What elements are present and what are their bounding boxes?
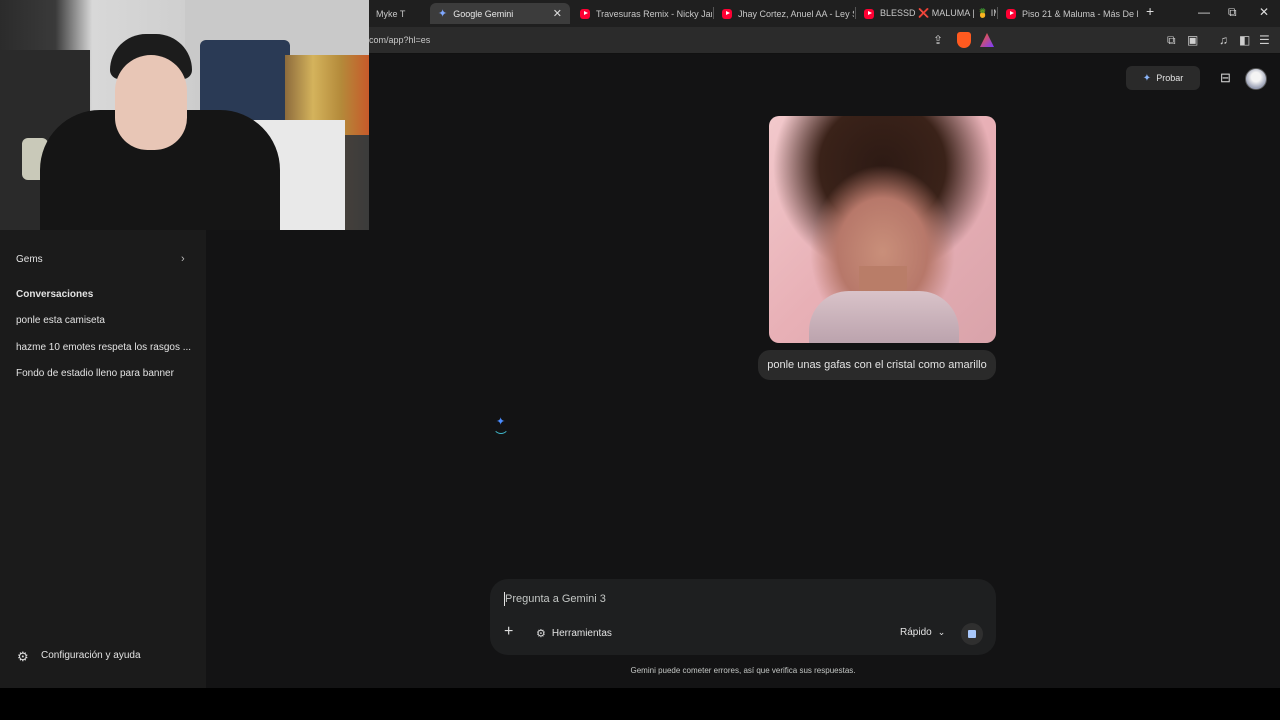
uploaded-image[interactable]	[769, 116, 996, 343]
close-window-icon[interactable]: ✕	[1259, 5, 1269, 19]
temporary-chat-icon[interactable]: ⊟	[1220, 70, 1231, 86]
chevron-right-icon[interactable]: ›	[181, 253, 185, 265]
prompt-input[interactable]	[505, 591, 885, 607]
extensions-icon[interactable]: ⧉	[1167, 33, 1176, 48]
try-button-label: Probar	[1156, 73, 1184, 83]
tab-label: Travesuras Remix - Nicky Jam F	[596, 8, 712, 19]
model-mode-selector[interactable]: Rápido ⌄	[900, 627, 945, 638]
webcam-overlay	[0, 0, 369, 230]
conversation-item[interactable]: ponle esta camiseta	[16, 315, 105, 326]
minimize-icon[interactable]: —	[1198, 5, 1210, 19]
gemini-loading-spinner: ✦	[491, 415, 513, 434]
youtube-icon	[1006, 8, 1016, 19]
sliders-icon: ⚙	[536, 628, 546, 640]
tools-label: Herramientas	[551, 628, 612, 639]
sidebar-panel-icon[interactable]: ▣	[1187, 33, 1198, 47]
new-tab-button[interactable]: +	[1146, 3, 1154, 19]
tools-button[interactable]: ⚙ Herramientas	[536, 627, 612, 640]
try-button[interactable]: ✦ Probar	[1126, 66, 1200, 90]
reading-list-icon[interactable]: ◧	[1239, 33, 1250, 47]
brave-rewards-icon[interactable]	[980, 33, 994, 47]
media-icon[interactable]: ♫	[1219, 33, 1228, 47]
sidebar-item-gems[interactable]: Gems	[16, 254, 43, 265]
tab-blessd-maluma[interactable]: BLESSD ❌ MALUMA | 🍍 IMP	[856, 3, 996, 24]
url-text[interactable]: com/app?hl=es	[369, 35, 430, 45]
menu-icon[interactable]: ☰	[1259, 33, 1270, 47]
tab-google-gemini[interactable]: ✦ Google Gemini ✕	[430, 3, 570, 24]
tab-piso21[interactable]: Piso 21 & Maluma - Más De La	[998, 3, 1138, 24]
user-message-text: ponle unas gafas con el cristal como ama…	[767, 359, 987, 371]
chevron-down-icon: ⌄	[937, 627, 946, 637]
youtube-icon	[580, 8, 590, 19]
close-tab-icon[interactable]: ✕	[547, 7, 562, 20]
gemini-sparkle-icon: ✦	[438, 8, 448, 20]
brave-shields-icon[interactable]	[957, 32, 971, 48]
tab-label: Jhay Cortez, Anuel AA - Ley Se	[738, 8, 854, 19]
mode-label: Rápido	[900, 627, 932, 638]
add-icon[interactable]: +	[504, 623, 513, 641]
tab-label: Google Gemini	[453, 8, 514, 19]
youtube-icon	[864, 8, 874, 19]
sparkle-icon: ✦	[1142, 72, 1152, 84]
settings-help-link[interactable]: Configuración y ayuda	[41, 650, 141, 661]
bottom-black-strip	[0, 688, 1280, 720]
stop-button[interactable]	[961, 623, 983, 645]
gear-icon[interactable]: ⚙	[17, 649, 29, 665]
tab-label: Piso 21 & Maluma - Más De La	[1022, 8, 1138, 19]
conversation-item[interactable]: Fondo de estadio lleno para banner	[16, 368, 174, 379]
conversations-header: Conversaciones	[16, 289, 94, 300]
tab-jhay-cortez[interactable]: Jhay Cortez, Anuel AA - Ley Se	[714, 3, 854, 24]
youtube-icon	[722, 8, 732, 19]
tab-label: Myke T	[376, 8, 406, 19]
disclaimer-text: Gemini puede cometer errores, así que ve…	[630, 666, 856, 675]
prompt-composer: + ⚙ Herramientas Rápido ⌄	[490, 579, 996, 655]
restore-icon[interactable]: ⧉	[1228, 5, 1237, 20]
conversation-item[interactable]: hazme 10 emotes respeta los rasgos ...	[16, 342, 191, 353]
avatar[interactable]	[1245, 68, 1267, 90]
tab-travesuras[interactable]: Travesuras Remix - Nicky Jam F	[572, 3, 712, 24]
share-icon[interactable]: ⇪	[933, 33, 943, 47]
tab-label: BLESSD ❌ MALUMA | 🍍 IMP	[880, 8, 996, 18]
tab-myke[interactable]: Myke T	[368, 3, 428, 24]
user-message-bubble: ponle unas gafas con el cristal como ama…	[758, 350, 996, 380]
